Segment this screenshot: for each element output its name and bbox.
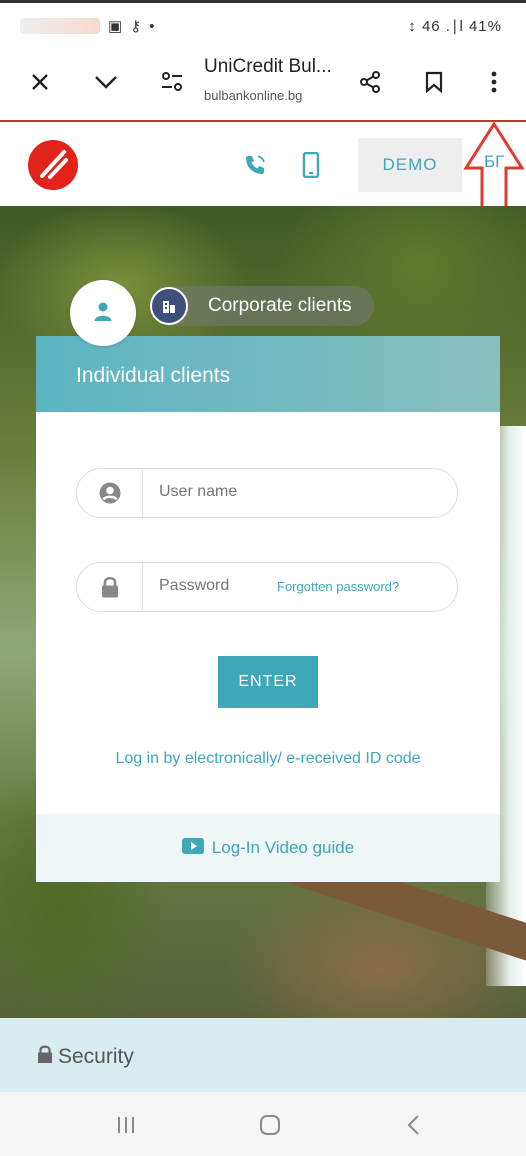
key-icon: ⚷ <box>130 18 142 35</box>
back-icon[interactable] <box>396 1110 432 1140</box>
recents-icon[interactable] <box>108 1110 144 1140</box>
notification-icon: ▣ <box>108 18 123 35</box>
mobile-icon[interactable] <box>296 150 326 180</box>
site-settings-icon[interactable] <box>154 64 190 100</box>
dot-icon: • <box>149 17 155 35</box>
password-field[interactable]: Forgotten password? <box>76 562 458 612</box>
enter-button[interactable]: ENTER <box>218 656 318 708</box>
security-title: Security <box>36 1044 134 1070</box>
browser-toolbar: UniCredit Bul... bulbankonline.bg <box>0 42 526 122</box>
bookmark-icon[interactable] <box>416 64 452 100</box>
building-icon <box>150 287 188 325</box>
page-url[interactable]: bulbankonline.bg <box>204 88 302 103</box>
corporate-clients-label: Corporate clients <box>208 295 352 316</box>
lock-icon <box>36 1044 54 1070</box>
tab-corporate-clients[interactable]: Corporate clients <box>150 286 374 326</box>
more-vert-icon[interactable] <box>476 64 512 100</box>
username-field[interactable] <box>76 468 458 518</box>
user-icon <box>92 300 114 327</box>
chevron-down-icon[interactable] <box>88 64 124 100</box>
page-title[interactable]: UniCredit Bul... <box>204 56 332 78</box>
tab-individual-clients[interactable]: Individual clients <box>36 336 500 412</box>
lock-icon <box>77 563 143 611</box>
user-circle-icon <box>77 469 143 517</box>
system-nav-bar <box>0 1092 526 1156</box>
security-section[interactable]: Security <box>0 1018 526 1092</box>
home-icon[interactable] <box>252 1110 288 1140</box>
phone-icon[interactable] <box>240 150 270 180</box>
status-left: ▣ ⚷ • <box>20 17 154 35</box>
forgot-password-link[interactable]: Forgotten password? <box>277 579 399 594</box>
password-input[interactable] <box>159 577 269 595</box>
username-input[interactable] <box>159 483 269 501</box>
security-label: Security <box>58 1045 134 1068</box>
login-card: Individual clients Forgotten password? E… <box>36 336 500 882</box>
demo-button[interactable]: DEMO <box>358 138 462 192</box>
video-guide-label: Log-In Video guide <box>211 838 355 857</box>
share-icon[interactable] <box>352 64 388 100</box>
unicredit-logo[interactable] <box>28 140 78 190</box>
close-icon[interactable] <box>22 64 58 100</box>
status-indicators: ↕ 46 .∣l 41% <box>408 18 502 35</box>
site-header: DEMO БГ <box>0 124 526 206</box>
eid-login-link[interactable]: Log in by electronically/ e-received ID … <box>36 750 500 768</box>
blurred-notification <box>20 18 100 34</box>
user-avatar <box>70 280 136 346</box>
status-bar: ▣ ⚷ • ↕ 46 .∣l 41% <box>0 0 526 42</box>
video-icon <box>181 837 204 859</box>
individual-clients-label: Individual clients <box>76 364 231 387</box>
video-guide-link[interactable]: Log-In Video guide <box>36 814 500 882</box>
